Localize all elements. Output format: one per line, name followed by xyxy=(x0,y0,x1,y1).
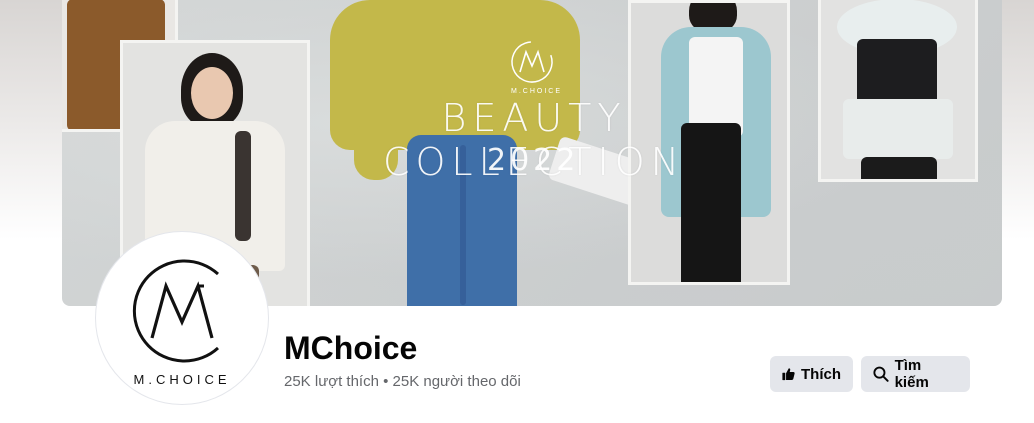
page-stats: 25K lượt thích • 25K người theo dõi xyxy=(284,373,521,390)
cover-logo-text: M.CHOICE xyxy=(511,88,562,95)
avatar-image: M.CHOICE xyxy=(100,236,264,400)
search-icon xyxy=(873,366,889,382)
profile-avatar[interactable]: M.CHOICE xyxy=(96,232,268,404)
cover-year: 2022 xyxy=(487,143,580,178)
search-button-label: Tìm kiếm xyxy=(894,357,929,391)
cover-logo-icon xyxy=(511,41,553,83)
avatar-brand-text: M.CHOICE xyxy=(133,372,231,387)
thumbs-up-icon xyxy=(782,368,795,381)
page-title[interactable]: MChoice xyxy=(284,330,417,367)
search-button[interactable]: Tìm kiếm xyxy=(861,356,970,392)
cover-model-panel-4 xyxy=(818,0,978,182)
like-button-label: Thích xyxy=(801,365,841,383)
like-button[interactable]: Thích xyxy=(770,356,853,392)
